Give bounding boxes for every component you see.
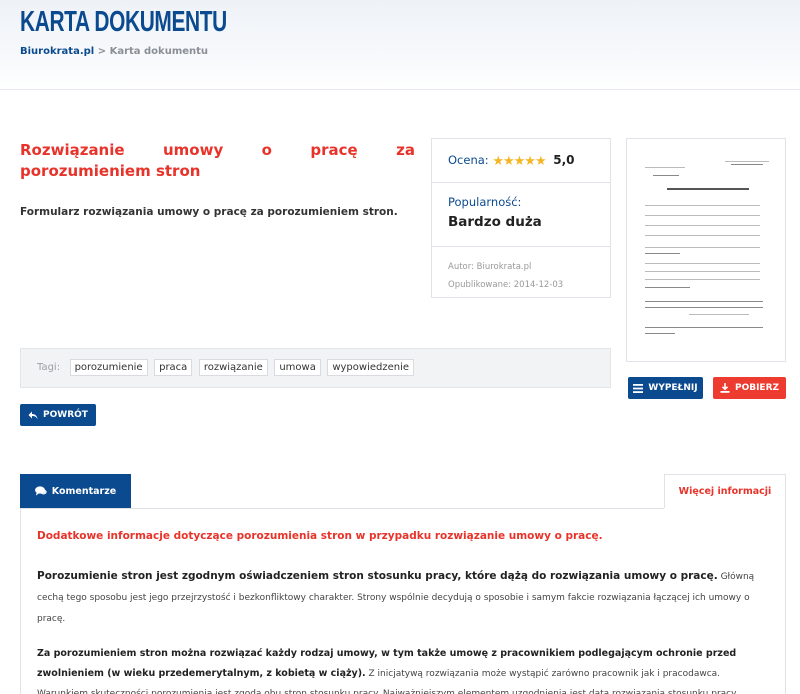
tag-umowa[interactable]: umowa [274,359,321,376]
download-button[interactable]: POBIERZ [713,377,786,399]
page-header: KARTA DOKUMENTU Biurokrata.pl > Karta do… [0,0,800,90]
download-icon [720,383,730,393]
more-info-panel: Dodatkowe informacje dotyczące porozumie… [20,508,786,694]
tab-more-info[interactable]: Więcej informacji [664,474,786,508]
reply-arrow-icon [28,411,38,419]
document-description: Formularz rozwiązania umowy o pracę za p… [20,206,398,218]
document-title: Rozwiązanie umowy o pracę za porozumieni… [20,141,415,180]
rating-value: 5,0 [553,153,575,167]
breadcrumb-home-link[interactable]: Biurokrata.pl [20,46,94,57]
breadcrumb-current: Karta dokumentu [109,46,209,57]
popularity-row: Popularność: Bardzo duża [432,183,610,247]
back-button[interactable]: POWRÓT [20,404,96,426]
tag-praca[interactable]: praca [154,359,193,376]
download-button-label: POBIERZ [734,383,780,393]
content-paragraph-1: Porozumienie stron jest zgodnym oświadcz… [37,566,769,630]
breadcrumb: Biurokrata.pl > Karta dokumentu [20,46,208,57]
tag-porozumienie[interactable]: porozumienie [69,359,148,376]
back-button-label: POWRÓT [43,410,88,420]
popularity-label: Popularność: [448,195,522,209]
fill-button[interactable]: WYPEŁNIJ [628,377,703,399]
rating-row: Ocena: ★★★★★ 5,0 [432,139,610,183]
breadcrumb-separator: > [97,46,107,57]
content-paragraph-2: Za porozumieniem stron można rozwiązać k… [37,644,769,694]
tab-comments[interactable]: Komentarze [20,474,131,508]
comments-icon [34,486,47,496]
rating-label: Ocena: [448,153,489,167]
fill-button-label: WYPEŁNIJ [648,383,698,393]
popularity-value: Bardzo duża [448,214,542,230]
tags-label: Tagi: [37,362,61,373]
tags-bar: Tagi: porozumienie praca rozwiązanie umo… [20,348,611,388]
tab-comments-label: Komentarze [51,485,117,497]
tag-rozwiazanie[interactable]: rozwiązanie [198,359,268,376]
document-info-box: Ocena: ★★★★★ 5,0 Popularność: Bardzo duż… [431,138,611,298]
published-date: Opublikowane: 2014-12-03 [448,280,564,290]
tag-wypowiedzenie[interactable]: wypowiedzenie [327,359,415,376]
content-heading: Dodatkowe informacje dotyczące porozumie… [37,530,603,542]
page-title: KARTA DOKUMENTU [20,6,227,38]
star-rating-icon[interactable]: ★★★★★ [492,154,546,169]
menu-icon [633,383,644,393]
info-tabs: Komentarze Więcej informacji [20,474,786,509]
document-preview-thumbnail[interactable] [626,138,786,362]
meta-row: Autor: Biurokrata.pl Opublikowane: 2014-… [432,247,610,294]
paragraph-1-bold: Porozumienie stron jest zgodnym oświadcz… [37,570,718,582]
author: Autor: Biurokrata.pl [448,262,532,272]
